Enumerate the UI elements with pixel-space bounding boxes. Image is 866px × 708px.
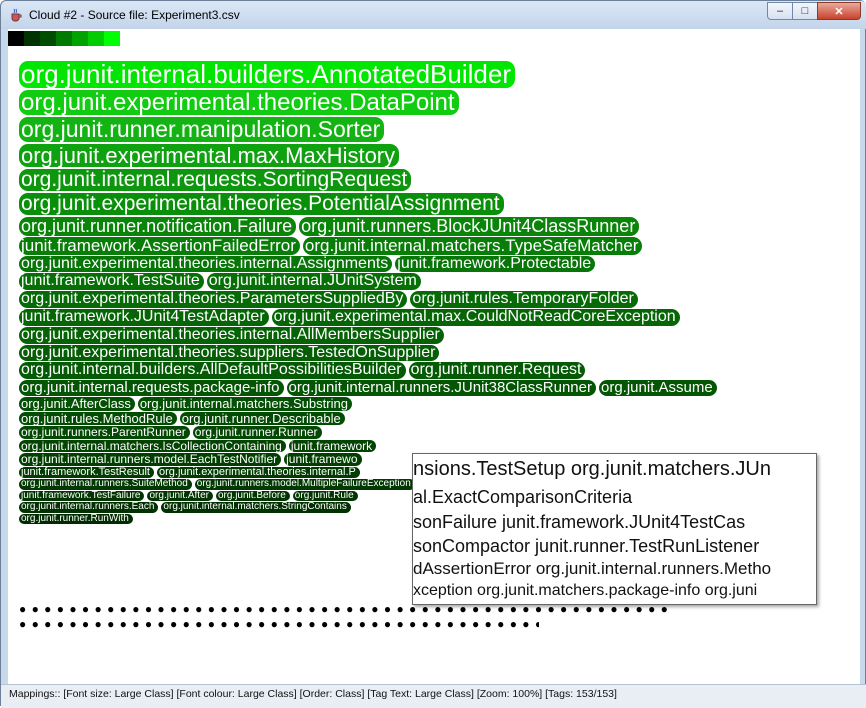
cloud-tag[interactable]: org.junit.internal.runners.JUnit38ClassR… [286,380,596,396]
legend-swatch [40,31,56,46]
cloud-tag[interactable]: junit.framework.TestResult [19,466,154,479]
tag-line: org.junit.internal.requests.SortingReque… [19,168,859,193]
legend-swatch [72,31,88,46]
cloud-tag[interactable]: org.junit.runner.manipulation.Sorter [19,117,385,142]
cloud-tag[interactable]: junit.framework.TestSuite [19,273,204,291]
tag-line: junit.framework.JUnit4TestAdapter org.jun… [19,308,859,327]
hidden-tags-row-1: ● ● ● ● ● ● ● ● ● ● ● ● ● ● ● ● ● ● ● ● … [19,602,669,616]
colour-legend [8,31,120,46]
java-cup-icon [11,8,22,22]
close-button[interactable]: ✕ [817,2,861,20]
cloud-tag[interactable]: org.junit.experimental.theories.DataPoin… [19,90,459,115]
tag-line: org.junit.AfterClass org.junit.internal.m… [19,397,859,412]
tag-cloud-panel: org.junit.internal.builders.AnnotatedBui… [8,29,860,684]
legend-swatch [88,31,104,46]
cloud-tag[interactable]: org.junit.runners.ParentRunner [19,426,190,439]
popup-line: sonCompactor junit.runner.TestRunListene… [413,536,760,556]
cloud-tag[interactable]: org.junit.internal.JUnitSystem [206,273,421,291]
cloud-tag[interactable]: org.junit.runner.Runner [192,426,322,439]
cloud-tag[interactable]: org.junit.internal.builders.AllDefaultPo… [19,362,406,380]
tag-line: org.junit.internal.matchers.IsCollection… [19,440,859,454]
cloud-tag[interactable]: org.junit.internal.matchers.TypeSafeMatc… [302,236,643,255]
popup-line: al.ExactComparisonCriteria [413,487,633,507]
tag-line: org.junit.internal.builders.AnnotatedBui… [19,60,859,90]
tag-line: org.junit.internal.builders.AllDefaultPo… [19,362,859,380]
cloud-tag[interactable]: org.junit.experimental.theories.supplier… [19,344,440,362]
tag-line: org.junit.runner.notification.Failure org… [19,216,859,237]
legend-swatch [56,31,72,46]
cloud-tag[interactable]: org.junit.runner.Request [408,362,586,380]
popup-line: dAssertionError org.junit.internal.runne… [413,559,772,578]
cloud-tag[interactable]: org.junit.experimental.theories.internal… [157,466,360,479]
zoom-popup: nsions.TestSetup org.junit.matchers.JUn a… [412,453,817,605]
cloud-tag[interactable]: org.junit.internal.builders.AnnotatedBui… [19,60,515,89]
tag-line: org.junit.experimental.max.MaxHistory [19,144,859,169]
tag-line: org.junit.internal.requests.package-info… [19,380,859,397]
cloud-tag[interactable]: junit.framework.AssertionFailedError [19,236,300,255]
tag-line: junit.framework.TestSuite org.junit.inter… [19,273,859,291]
cloud-tag[interactable]: org.junit.internal.matchers.Substring [137,397,352,411]
cloud-tag[interactable]: org.junit.internal.runners.SuiteMethod [19,479,192,490]
cloud-tag[interactable]: org.junit.experimental.theories.internal… [19,255,393,273]
cloud-tag[interactable]: junit.framework.Protectable [395,255,596,273]
status-mappings: Mappings:: [Font size: Large Class] [Fon… [9,688,617,700]
cloud-tag[interactable]: org.junit.Rule [292,490,358,502]
tag-line: org.junit.runner.manipulation.Sorter [19,117,859,143]
title-bar[interactable]: Cloud #2 - Source file: Experiment3.csv … [1,1,866,29]
cloud-tag[interactable]: junit.framewo [284,453,362,466]
cloud-tag[interactable]: org.junit.Before [215,490,290,502]
cloud-tag[interactable]: org.junit.AfterClass [19,397,135,411]
cloud-tag[interactable]: org.junit.After [147,490,213,502]
popup-line: xception org.junit.matchers.package-info… [413,582,758,599]
cloud-tag[interactable]: org.junit.internal.runners.model.EachTes… [19,453,282,466]
cloud-tag[interactable]: org.junit.rules.TemporaryFolder [410,290,638,308]
popup-line: sonFailure junit.framework.JUnit4TestCas [413,512,746,532]
tag-line: org.junit.experimental.theories.Potentia… [19,192,859,217]
cloud-tag[interactable]: org.junit.runners.BlockJUnit4ClassRunner [299,216,640,236]
cloud-tag[interactable]: org.junit.internal.matchers.IsCollection… [19,440,286,453]
cloud-tag[interactable]: org.junit.experimental.theories.Potentia… [19,192,504,215]
tag-line: org.junit.experimental.theories.internal… [19,326,859,345]
legend-swatch [24,31,40,46]
cloud-tag[interactable]: org.junit.internal.requests.package-info [19,380,284,396]
popup-line: nsions.TestSetup org.junit.matchers.JUn [413,458,771,480]
cloud-tag[interactable]: org.junit.experimental.theories.internal… [19,326,444,344]
cloud-tag[interactable]: org.junit.internal.requests.SortingReque… [19,168,412,191]
cloud-tag[interactable]: org.junit.runner.notification.Failure [19,216,297,236]
cloud-tag[interactable]: org.junit.runners.model.MultipleFailureE… [194,479,415,490]
legend-swatch [8,31,24,46]
tag-line: org.junit.experimental.theories.Paramete… [19,290,859,309]
maximize-button[interactable]: □ [792,2,818,20]
cloud-tag[interactable]: org.junit.runner.Describable [179,411,345,426]
status-bar: Mappings:: [Font size: Large Class] [Fon… [1,684,866,708]
cloud-tag[interactable]: junit.framework.JUnit4TestAdapter [19,308,269,326]
cloud-tag[interactable]: org.junit.runner.RunWith [19,513,133,525]
window-controls: – □ ✕ [767,2,861,21]
tag-line: org.junit.experimental.theories.internal… [19,255,859,274]
tag-line: org.junit.experimental.theories.DataPoin… [19,90,859,117]
window-title: Cloud #2 - Source file: Experiment3.csv [29,8,240,22]
legend-swatch [104,31,120,46]
cloud-tag[interactable]: junit.framework.TestFailure [19,490,145,502]
cloud-tag[interactable]: org.junit.experimental.max.CouldNotReadC… [271,308,680,326]
cloud-tag[interactable]: junit.framework [288,440,377,453]
tag-line: org.junit.runners.ParentRunner org.junit.… [19,426,859,440]
tag-line: org.junit.experimental.theories.supplier… [19,344,859,363]
tag-line: junit.framework.AssertionFailedError org.… [19,236,859,256]
cloud-tag[interactable]: org.junit.experimental.theories.Paramete… [19,290,408,308]
cloud-tag[interactable]: org.junit.internal.runners.Each [19,502,159,513]
tag-line: org.junit.rules.MethodRule org.junit.runn… [19,411,859,427]
minimize-button[interactable]: – [767,2,793,20]
hidden-tags-row-2: ● ● ● ● ● ● ● ● ● ● ● ● ● ● ● ● ● ● ● ● … [19,617,539,631]
cloud-tag[interactable]: org.junit.experimental.max.MaxHistory [19,144,400,167]
cloud-tag[interactable]: org.junit.internal.matchers.StringContai… [161,502,351,513]
app-window: Cloud #2 - Source file: Experiment3.csv … [0,0,866,708]
cloud-tag[interactable]: org.junit.Assume [599,380,717,396]
cloud-tag[interactable]: org.junit.rules.MethodRule [19,411,177,426]
